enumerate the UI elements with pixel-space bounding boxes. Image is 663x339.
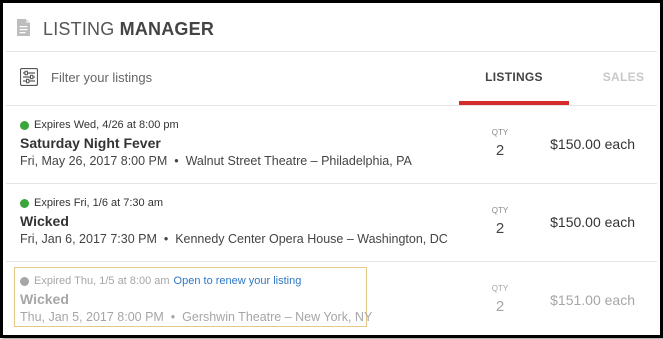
listing-status: Expired Thu, 1/5 at 8:00 am Open to rene… — [20, 275, 301, 287]
qty-value: 2 — [495, 142, 505, 159]
listing-price: $150.00 each — [550, 136, 635, 152]
event-date: Fri, May 26, 2017 8:00 PM — [20, 154, 168, 168]
filter-input[interactable]: Filter your listings — [51, 70, 152, 85]
event-venue: Kennedy Center Opera House – Washington,… — [175, 232, 448, 246]
qty-label: QTY — [491, 284, 509, 293]
page-title: LISTING MANAGER — [43, 19, 214, 40]
event-venue: Walnut Street Theatre – Philadelphia, PA — [185, 154, 412, 168]
qty-value: 2 — [495, 298, 505, 315]
listing-manager-window: LISTING MANAGER Filter your listings LIS… — [0, 0, 663, 338]
active-tab-indicator — [459, 101, 569, 105]
listing-row[interactable]: Expires Fri, 1/6 at 7:30 am Wicked Fri, … — [6, 184, 657, 262]
listing-status: Expires Fri, 1/6 at 7:30 am — [20, 197, 163, 209]
event-details: Thu, Jan 5, 2017 8:00 PM • Gershwin Thea… — [20, 310, 372, 324]
listing-price: $151.00 each — [550, 292, 635, 308]
sliders-icon[interactable] — [20, 68, 38, 86]
status-text: Expires Fri, 1/6 at 7:30 am — [34, 197, 163, 209]
event-venue: Gershwin Theatre – New York, NY — [182, 310, 373, 324]
status-text: Expires Wed, 4/26 at 8:00 pm — [34, 119, 179, 131]
listing-status: Expires Wed, 4/26 at 8:00 pm — [20, 119, 179, 131]
listing-row[interactable]: Expires Wed, 4/26 at 8:00 pm Saturday Ni… — [6, 106, 657, 184]
separator: • — [163, 232, 169, 246]
status-text: Expired Thu, 1/5 at 8:00 am — [34, 275, 170, 287]
qty-value: 2 — [495, 220, 505, 237]
listing-row-expired[interactable]: Expired Thu, 1/5 at 8:00 am Open to rene… — [6, 262, 657, 339]
renew-listing-link[interactable]: Open to renew your listing — [174, 275, 302, 287]
tab-sales-label: SALES — [602, 70, 645, 84]
event-name: Wicked — [20, 291, 69, 307]
active-status-dot-icon — [20, 120, 29, 130]
event-name: Saturday Night Fever — [20, 135, 161, 151]
expired-status-dot-icon — [20, 276, 29, 286]
title-light: LISTING — [43, 19, 120, 39]
event-date: Thu, Jan 5, 2017 8:00 PM — [20, 310, 164, 324]
qty-label: QTY — [491, 128, 509, 137]
active-status-dot-icon — [20, 198, 29, 208]
event-name: Wicked — [20, 213, 69, 229]
tab-listings[interactable]: LISTINGS — [459, 52, 569, 105]
event-details: Fri, Jan 6, 2017 7:30 PM • Kennedy Cente… — [20, 232, 448, 246]
qty-label: QTY — [491, 206, 509, 215]
toolbar: Filter your listings LISTINGS SALES — [6, 52, 657, 106]
header: LISTING MANAGER — [6, 6, 657, 52]
listing-price: $150.00 each — [550, 214, 635, 230]
tab-sales[interactable]: SALES — [586, 52, 661, 105]
tab-listings-label: LISTINGS — [485, 70, 543, 84]
title-bold: MANAGER — [119, 19, 215, 39]
event-details: Fri, May 26, 2017 8:00 PM • Walnut Stree… — [20, 154, 412, 168]
separator: • — [174, 154, 179, 168]
event-date: Fri, Jan 6, 2017 7:30 PM — [20, 232, 157, 246]
separator: • — [170, 310, 176, 324]
document-icon — [17, 19, 30, 36]
